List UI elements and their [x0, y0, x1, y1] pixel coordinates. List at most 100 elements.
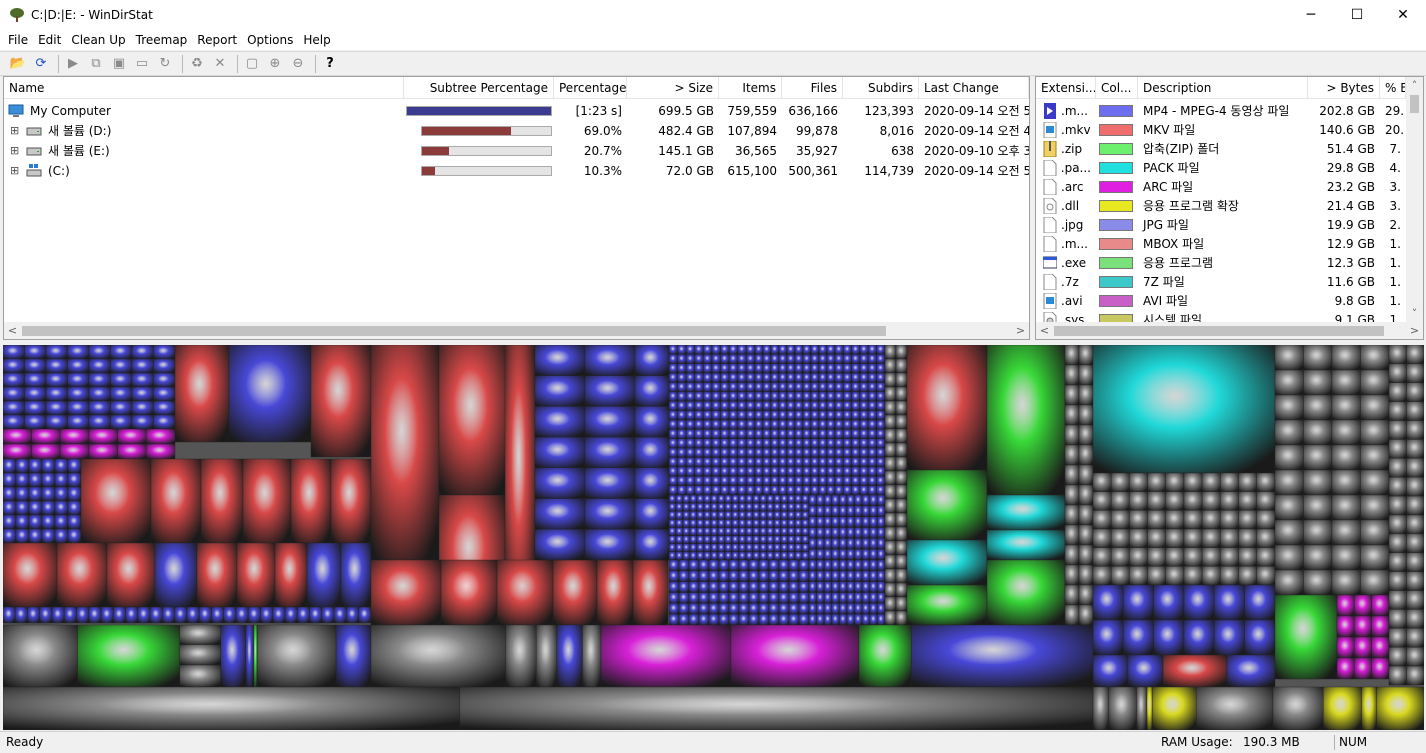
treemap-tile[interactable]	[15, 458, 30, 474]
treemap-tile[interactable]	[1303, 345, 1333, 371]
treemap-tile[interactable]	[876, 363, 886, 374]
treemap-tile[interactable]	[778, 410, 788, 421]
treemap-tile[interactable]	[839, 538, 848, 550]
treemap-tile[interactable]	[1388, 345, 1407, 365]
menu-help[interactable]: Help	[298, 30, 335, 50]
treemap-tile[interactable]	[710, 535, 719, 544]
treemap-tile[interactable]	[986, 559, 1066, 626]
treemap-tile[interactable]	[766, 543, 775, 553]
treemap-tile[interactable]	[862, 527, 871, 539]
treemap-tile[interactable]	[694, 466, 704, 477]
treemap-tile[interactable]	[694, 354, 704, 364]
treemap-tile[interactable]	[787, 543, 796, 553]
treemap-tile[interactable]	[724, 519, 733, 528]
treemap-tile[interactable]	[808, 570, 817, 582]
treemap-tile[interactable]	[818, 372, 828, 383]
help-button[interactable]: ?	[320, 54, 340, 74]
treemap-tile[interactable]	[754, 382, 764, 393]
treemap-tile[interactable]	[884, 582, 897, 598]
treemap-tile[interactable]	[859, 382, 869, 393]
command-prompt-button[interactable]: ▭	[132, 54, 152, 74]
treemap-tile[interactable]	[818, 382, 828, 393]
treemap-tile[interactable]	[876, 476, 886, 486]
treemap-tile[interactable]	[752, 494, 761, 504]
treemap-tile[interactable]	[802, 466, 812, 477]
treemap-tile[interactable]	[746, 372, 756, 383]
treemap-tile[interactable]	[766, 511, 775, 520]
treemap-tile[interactable]	[854, 538, 863, 550]
treemap-tile[interactable]	[668, 457, 678, 468]
treemap-tile[interactable]	[745, 551, 754, 561]
treemap-tile[interactable]	[720, 354, 730, 364]
treemap-tile[interactable]	[738, 581, 750, 593]
treemap-tile[interactable]	[1127, 654, 1164, 688]
treemap-tile[interactable]	[851, 476, 861, 486]
treemap-tile[interactable]	[223, 606, 237, 624]
treemap-tile[interactable]	[854, 592, 863, 604]
treemap-tile[interactable]	[1360, 394, 1390, 421]
treemap-tile[interactable]	[154, 542, 198, 608]
treemap-tile[interactable]	[802, 485, 812, 496]
treemap-tile[interactable]	[3, 372, 25, 388]
treemap-tile[interactable]	[794, 551, 803, 561]
treemap-tile[interactable]	[698, 559, 710, 572]
treemap-tile[interactable]	[56, 542, 108, 608]
treemap-tile[interactable]	[810, 438, 820, 449]
treemap-tile[interactable]	[584, 345, 636, 376]
treemap-tile[interactable]	[711, 363, 721, 374]
treemap-tile[interactable]	[834, 457, 844, 468]
treemap-tile[interactable]	[839, 494, 848, 507]
treemap-tile[interactable]	[689, 519, 698, 528]
treemap-tile[interactable]	[794, 429, 804, 439]
column-header-files[interactable]: Files	[782, 77, 843, 99]
treemap-tile[interactable]	[694, 345, 704, 355]
treemap-tile[interactable]	[1147, 510, 1166, 530]
treemap-tile[interactable]	[851, 354, 861, 364]
treemap-tile[interactable]	[794, 372, 804, 383]
treemap-tile[interactable]	[3, 414, 25, 430]
scroll-down-arrow[interactable]: ˅	[1406, 305, 1423, 322]
treemap-tile[interactable]	[717, 519, 726, 528]
treemap-tile[interactable]	[1064, 504, 1080, 526]
treemap-tile[interactable]	[668, 527, 677, 536]
treemap-tile[interactable]	[762, 410, 772, 421]
treemap-tile[interactable]	[758, 592, 770, 604]
extension-row[interactable]: .pa... PACK 파일 29.8 GB 4.	[1036, 158, 1406, 177]
treemap-tile[interactable]	[1064, 464, 1080, 486]
treemap-tile[interactable]	[1354, 657, 1372, 680]
treemap-tile[interactable]	[737, 363, 747, 374]
treemap-tile[interactable]	[768, 613, 780, 626]
treemap-tile[interactable]	[1406, 571, 1425, 591]
treemap-tile[interactable]	[730, 624, 860, 688]
treemap-tile[interactable]	[737, 476, 747, 486]
treemap-tile[interactable]	[824, 505, 833, 517]
treemap-tile[interactable]	[245, 624, 254, 688]
treemap-tile[interactable]	[1064, 604, 1080, 626]
treemap-tile[interactable]	[859, 391, 869, 402]
treemap-tile[interactable]	[808, 559, 817, 572]
treemap-tile[interactable]	[1129, 528, 1148, 548]
refresh-button[interactable]: ⟳	[31, 54, 51, 74]
treemap-tile[interactable]	[1183, 528, 1203, 548]
treemap-tile[interactable]	[1220, 566, 1239, 586]
treemap-tile[interactable]	[801, 543, 810, 553]
treemap-tile[interactable]	[1331, 494, 1361, 521]
treemap-tile[interactable]	[1303, 444, 1333, 471]
treemap-tile[interactable]	[773, 494, 782, 504]
treemap-tile[interactable]	[728, 581, 740, 593]
treemap-tile[interactable]	[846, 570, 855, 582]
treemap-tile[interactable]	[816, 505, 825, 517]
treemap-tile[interactable]	[846, 613, 855, 626]
treemap-tile[interactable]	[711, 354, 721, 364]
treemap-tile[interactable]	[752, 511, 761, 520]
treemap-tile[interactable]	[824, 516, 833, 528]
treemap-tile[interactable]	[668, 603, 680, 615]
treemap-tile[interactable]	[810, 372, 820, 383]
treemap-tile[interactable]	[1108, 686, 1137, 730]
treemap-tile[interactable]	[826, 345, 836, 355]
treemap-tile[interactable]	[862, 494, 871, 507]
treemap-tile[interactable]	[877, 581, 886, 593]
treemap-tile[interactable]	[843, 345, 852, 355]
treemap-tile[interactable]	[45, 358, 68, 374]
treemap-tile[interactable]	[831, 527, 840, 539]
